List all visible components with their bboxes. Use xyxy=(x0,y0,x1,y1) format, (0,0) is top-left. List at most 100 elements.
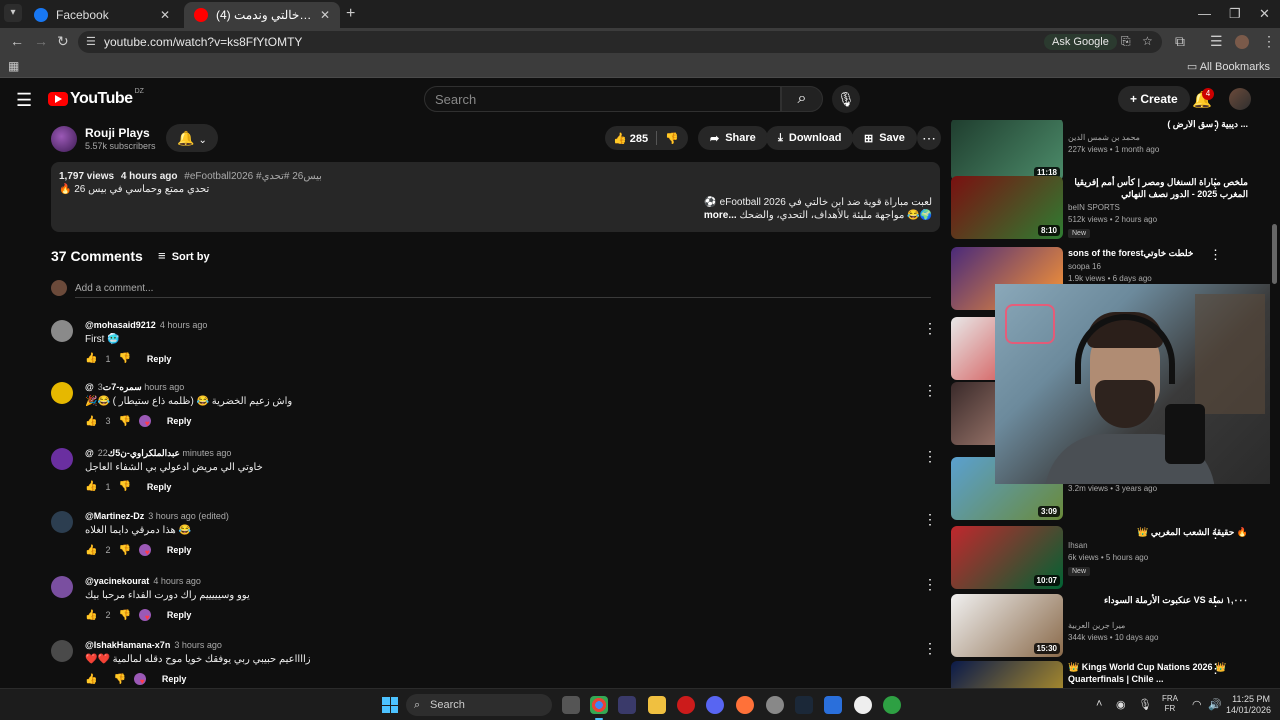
app-icon[interactable] xyxy=(766,696,784,714)
comment-author[interactable]: @yacinekourat 4 hours ago xyxy=(85,576,201,586)
close-tab-icon[interactable]: ✕ xyxy=(320,8,330,22)
author-handle[interactable]: @سمره-7ت xyxy=(85,382,142,392)
youtube-logo[interactable]: YouTube DZ xyxy=(48,88,144,108)
search-button[interactable]: ⌕ xyxy=(781,86,823,112)
reply-button[interactable]: Reply xyxy=(147,354,172,364)
opera-icon[interactable] xyxy=(677,696,695,714)
video-channel[interactable]: محمد بن شمس الدين xyxy=(1068,133,1140,142)
comment-time[interactable]: 4 hours ago xyxy=(153,576,201,586)
comment-time[interactable]: 4 hours ago xyxy=(160,320,208,330)
thumbs-down-icon[interactable]: 👎 xyxy=(118,481,130,492)
video-menu-icon[interactable]: ⋮ xyxy=(1209,120,1222,134)
scrollbar-thumb[interactable] xyxy=(1272,224,1277,284)
minimize-icon[interactable]: — xyxy=(1198,6,1211,21)
search-box[interactable] xyxy=(424,86,781,112)
thumbs-up-icon[interactable]: 👍 xyxy=(85,545,97,556)
description-box[interactable]: 1,797 views 4 hours ago #eFootball2026 #… xyxy=(51,162,940,232)
recommended-video[interactable]: 10:07 🔥 حقيقة الشعب المغربي 👑 Ihsan 6k view… xyxy=(951,526,1263,590)
reply-button[interactable]: Reply xyxy=(167,545,192,555)
search-input[interactable] xyxy=(425,87,780,111)
discord-icon[interactable] xyxy=(706,696,724,714)
hamburger-menu-icon[interactable]: ☰ xyxy=(16,90,32,111)
subscription-bell-button[interactable]: 🔔 ⌄ xyxy=(166,124,218,152)
profile-avatar[interactable] xyxy=(1235,35,1249,49)
chevron-up-icon[interactable]: ˄ xyxy=(1096,698,1102,710)
comment-time[interactable]: 3 hours ago xyxy=(174,640,222,650)
notepad-icon[interactable] xyxy=(824,696,842,714)
video-menu-icon[interactable]: ⋮ xyxy=(1209,526,1222,542)
video-menu-icon[interactable]: ⋮ xyxy=(1209,176,1222,192)
reply-button[interactable]: Reply xyxy=(167,610,192,620)
windows-start-icon[interactable] xyxy=(382,697,398,713)
tab-search-button[interactable]: ▾ xyxy=(4,4,22,22)
commenter-avatar[interactable] xyxy=(51,320,73,342)
comment-author[interactable]: @IshakHamana-x7n 3 hours ago xyxy=(85,640,222,650)
volume-icon[interactable]: 🔊 xyxy=(1208,698,1222,711)
all-bookmarks-link[interactable]: ▭ All Bookmarks xyxy=(1187,60,1270,73)
video-thumbnail[interactable] xyxy=(951,661,1063,688)
input-language[interactable]: FRA FR xyxy=(1162,694,1178,714)
video-menu-icon[interactable]: ⋮ xyxy=(1209,247,1222,263)
thumbs-down-icon[interactable]: 👎 xyxy=(118,610,130,621)
new-tab-icon[interactable]: + xyxy=(346,5,355,23)
extensions-icon[interactable]: ⧉ xyxy=(1175,33,1185,50)
reading-list-icon[interactable]: ☰ xyxy=(1210,33,1223,50)
hashtags[interactable]: #eFootball2026 #بيس26 #تحدي xyxy=(184,171,322,182)
show-more-link[interactable]: ...more xyxy=(704,210,737,221)
back-icon[interactable]: ← xyxy=(10,33,24,49)
wifi-icon[interactable]: ◠ xyxy=(1192,698,1202,711)
account-avatar[interactable] xyxy=(1229,88,1251,110)
recommended-video[interactable]: 11:18... ديبية ( سق الأرض ) محمد بن شمس ا… xyxy=(951,120,1263,182)
comment-author[interactable]: @عبدالملكراوي-ن5ك22 minutes ago xyxy=(85,448,231,459)
recommended-video[interactable]: 8:10 ملخص مباراة السنغال ومصر | كأس أمم إ… xyxy=(951,176,1263,240)
steam-icon[interactable] xyxy=(795,696,813,714)
author-handle[interactable]: @mohasaid9212 xyxy=(85,320,156,330)
thumbs-down-icon[interactable]: 👎 xyxy=(113,674,125,685)
browser-menu-icon[interactable]: ⋮ xyxy=(1262,33,1276,50)
video-thumbnail[interactable]: 8:10 xyxy=(951,176,1063,239)
comment-menu-icon[interactable]: ⋮ xyxy=(923,576,937,593)
thumbs-down-icon[interactable]: 👎 xyxy=(118,353,130,364)
commenter-avatar[interactable] xyxy=(51,448,73,470)
app-icon[interactable] xyxy=(883,696,901,714)
share-button[interactable]: ➦ Share xyxy=(698,126,768,150)
app-icon[interactable] xyxy=(618,696,636,714)
commenter-avatar[interactable] xyxy=(51,382,73,404)
reload-icon[interactable]: ↻ xyxy=(57,33,69,50)
comment-time[interactable]: 3 hours ago (edited) xyxy=(148,511,229,521)
tray-app-icon[interactable]: ◉ xyxy=(1116,698,1126,711)
file-explorer-icon[interactable] xyxy=(648,696,666,714)
comment-menu-icon[interactable]: ⋮ xyxy=(923,511,937,528)
reply-button[interactable]: Reply xyxy=(167,416,192,426)
video-channel[interactable]: Ihsan xyxy=(1068,541,1088,550)
apps-grid-icon[interactable]: ▦ xyxy=(8,59,19,73)
reply-button[interactable]: Reply xyxy=(162,674,187,684)
commenter-avatar[interactable] xyxy=(51,511,73,533)
video-channel[interactable]: soopa 16 xyxy=(1068,262,1101,271)
ask-google-button[interactable]: Ask Google xyxy=(1044,34,1117,50)
page-scrollbar[interactable] xyxy=(1270,120,1280,688)
close-tab-icon[interactable]: ✕ xyxy=(160,8,170,22)
channel-name[interactable]: Rouji Plays xyxy=(85,126,150,140)
commenter-avatar[interactable] xyxy=(51,576,73,598)
taskbar-search[interactable]: ⌕ Search xyxy=(406,694,552,716)
video-thumbnail[interactable]: 15:30 xyxy=(951,594,1063,657)
video-menu-icon[interactable]: ⋮ xyxy=(1209,661,1222,677)
recommended-video[interactable]: 15:30 ١,٠٠٠ نملة VS عنكبوت الأرملة السودا… xyxy=(951,594,1263,658)
download-button[interactable]: ⤓ Download xyxy=(766,126,854,150)
tab-youtube[interactable]: (4) لعبت ضد ابن خالتي وندمت 😳 ✕ xyxy=(184,2,340,28)
system-clock[interactable]: 11:25 PM 14/01/2026 xyxy=(1226,694,1271,716)
thumbs-up-icon[interactable]: 👍 xyxy=(85,610,97,621)
restore-icon[interactable]: ❐ xyxy=(1229,6,1241,22)
install-icon[interactable]: ⎘ xyxy=(1121,34,1131,49)
comment-menu-icon[interactable]: ⋮ xyxy=(923,640,937,657)
comment-author[interactable]: @mohasaid9212 4 hours ago xyxy=(85,320,207,330)
more-actions-button[interactable]: ⋯ xyxy=(917,126,941,150)
thumbs-down-icon[interactable]: 👎 xyxy=(118,416,130,427)
like-button[interactable]: 👍 285 xyxy=(613,132,648,145)
sort-by-button[interactable]: ≡ Sort by xyxy=(158,248,210,263)
close-window-icon[interactable]: ✕ xyxy=(1259,6,1270,22)
commenter-avatar[interactable] xyxy=(51,640,73,662)
reply-button[interactable]: Reply xyxy=(147,482,172,492)
video-menu-icon[interactable]: ⋮ xyxy=(1209,594,1222,610)
